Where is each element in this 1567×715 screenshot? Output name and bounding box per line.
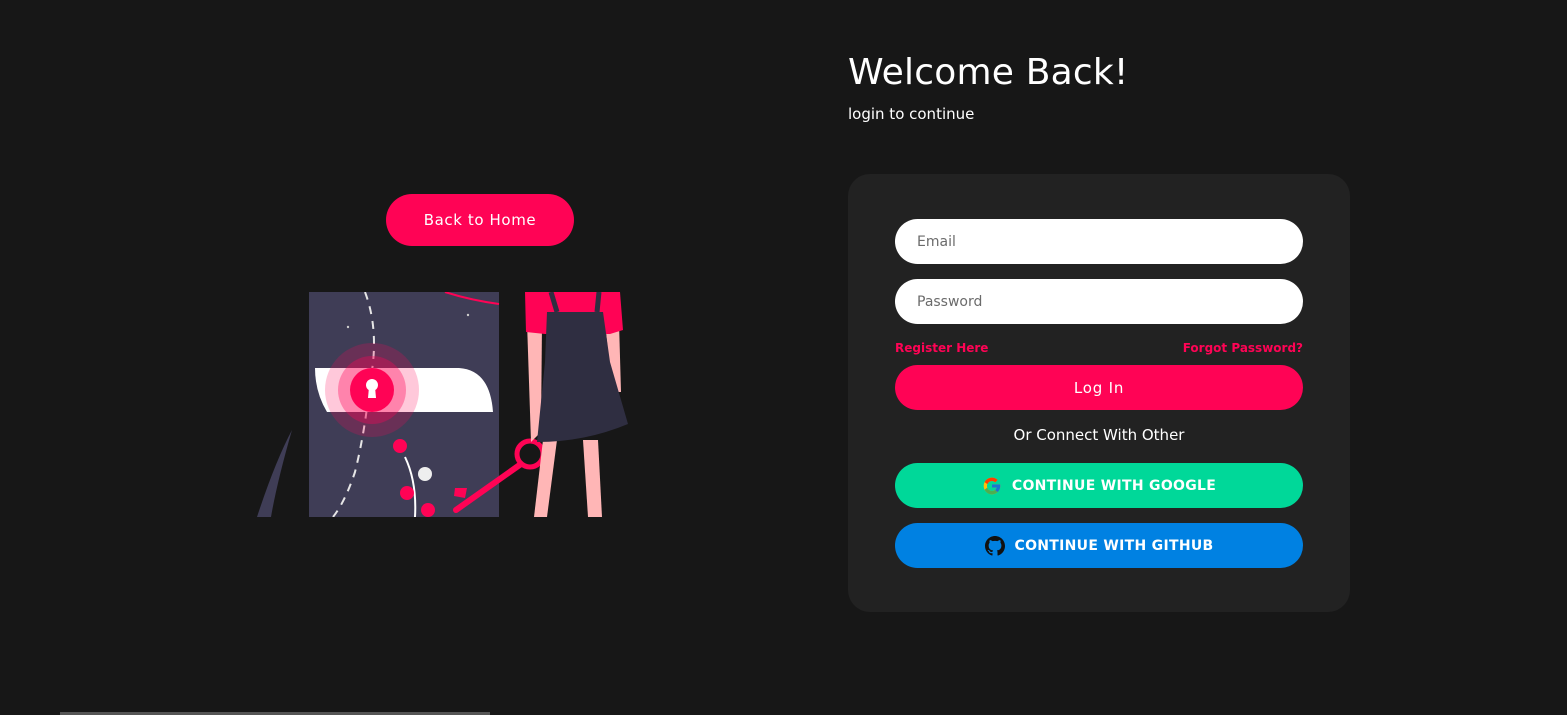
github-button-label: CONTINUE WITH GITHUB (1014, 537, 1214, 554)
password-field[interactable] (895, 279, 1303, 324)
forgot-password-link[interactable]: Forgot Password? (1183, 341, 1303, 355)
github-icon (984, 535, 1005, 556)
login-page: Back to Home Welcome Back! login to cont… (0, 0, 1567, 715)
connect-divider-text: Or Connect With Other (1013, 426, 1185, 444)
login-button[interactable]: Log In (895, 365, 1303, 410)
email-field[interactable] (895, 219, 1303, 264)
unlock-illustration (257, 292, 628, 517)
continue-with-github-button[interactable]: CONTINUE WITH GITHUB (895, 523, 1303, 568)
register-link[interactable]: Register Here (895, 341, 988, 355)
back-to-home-button[interactable]: Back to Home (386, 194, 574, 246)
page-title: Welcome Back! (848, 52, 1129, 93)
login-card: Register Here Forgot Password? Log In Or… (848, 174, 1350, 612)
page-subtitle: login to continue (848, 105, 975, 123)
continue-with-google-button[interactable]: CONTINUE WITH GOOGLE (895, 463, 1303, 508)
google-icon (983, 477, 1001, 494)
google-button-label: CONTINUE WITH GOOGLE (1011, 477, 1217, 494)
